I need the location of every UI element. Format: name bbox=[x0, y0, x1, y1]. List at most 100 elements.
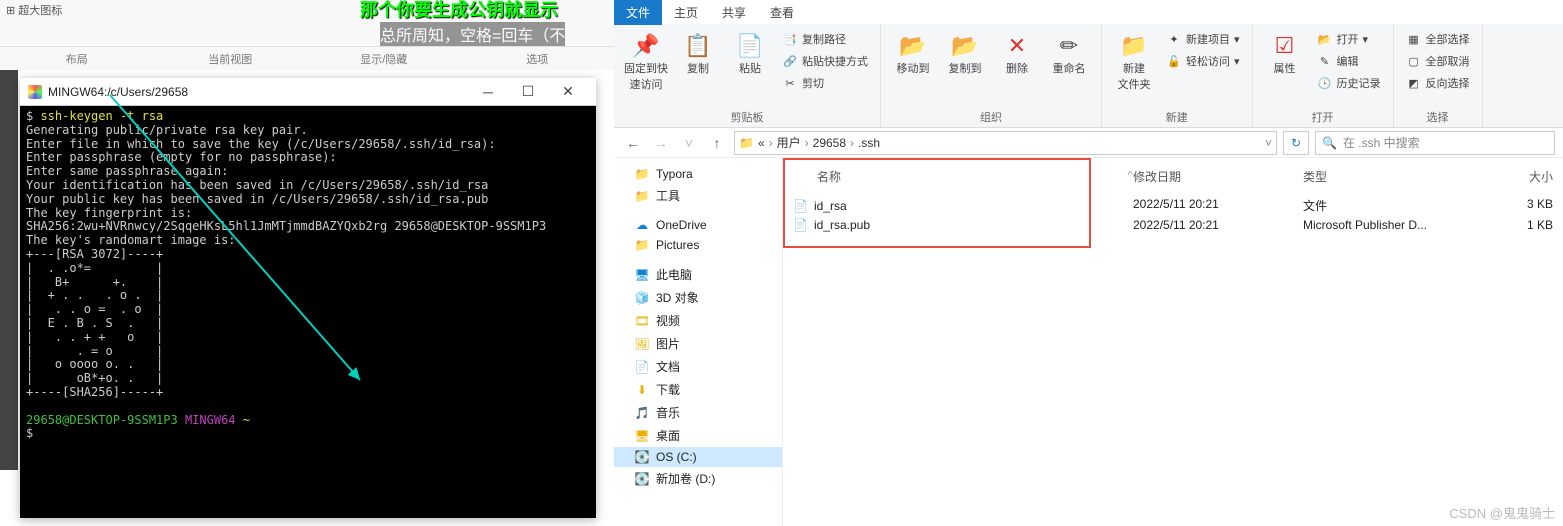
side-ruler bbox=[0, 70, 18, 470]
properties-button[interactable]: ☑属性 bbox=[1261, 28, 1309, 107]
paste-button[interactable]: 📄粘贴 bbox=[726, 28, 774, 107]
file-icon: 📄 bbox=[793, 218, 808, 232]
nav-item[interactable]: 📁Typora bbox=[614, 164, 782, 184]
folder-icon: 📁 bbox=[634, 238, 650, 252]
cut-button[interactable]: ✂剪切 bbox=[778, 72, 872, 94]
crumb-ssh[interactable]: .ssh bbox=[858, 136, 880, 150]
refresh-button[interactable]: ↻ bbox=[1283, 131, 1309, 155]
path-icon: 📑 bbox=[782, 33, 798, 46]
nav-item[interactable]: 🖥桌面 bbox=[614, 424, 782, 447]
nav-item[interactable]: 🎵音乐 bbox=[614, 401, 782, 424]
group-title-select: 选择 bbox=[1402, 107, 1474, 127]
delete-button[interactable]: ✕删除 bbox=[993, 28, 1041, 107]
nav-item[interactable]: 📁工具 bbox=[614, 184, 782, 207]
file-row[interactable]: 📄id_rsa2022/5/11 20:21文件3 KB bbox=[783, 195, 1563, 216]
nav-item[interactable]: 🎞视频 bbox=[614, 309, 782, 332]
group-title-open: 打开 bbox=[1261, 107, 1385, 127]
nav-item-label: 图片 bbox=[656, 335, 680, 352]
maximize-button[interactable]: ☐ bbox=[508, 83, 548, 100]
nav-item[interactable]: 📁 Pictures bbox=[614, 235, 782, 255]
tab-share[interactable]: 共享 bbox=[710, 0, 758, 25]
tab-home[interactable]: 主页 bbox=[662, 0, 710, 25]
nav-item-label: 文档 bbox=[656, 358, 680, 375]
new-item-icon: ✦ bbox=[1166, 33, 1182, 46]
bg-label-currentview: 当前视图 bbox=[154, 47, 308, 71]
col-name[interactable]: 名称 ^ bbox=[793, 164, 1133, 189]
group-title-new: 新建 bbox=[1110, 107, 1244, 127]
tab-view[interactable]: 查看 bbox=[758, 0, 806, 25]
invert-selection-button[interactable]: ◩反向选择 bbox=[1402, 72, 1474, 94]
nav-item[interactable]: 📄文档 bbox=[614, 355, 782, 378]
edit-icon: ✎ bbox=[1317, 55, 1333, 68]
bg-label-options: 选项 bbox=[461, 47, 615, 71]
copy-path-button[interactable]: 📑复制路径 bbox=[778, 28, 872, 50]
ribbon-group-clipboard: 📌固定到快 速访问 📋复制 📄粘贴 📑复制路径 🔗粘贴快捷方式 ✂剪切 剪贴板 bbox=[614, 24, 881, 127]
crumb-users[interactable]: 用户 bbox=[777, 134, 801, 151]
navigation-pane[interactable]: 📁Typora📁工具 ☁OneDrive 📁 Pictures 🖥此电脑🧊3D 对象🎞视… bbox=[614, 158, 783, 526]
chevron-down-icon[interactable]: ˅ bbox=[1265, 136, 1272, 150]
rename-button[interactable]: ✏重命名 bbox=[1045, 28, 1093, 107]
crumb-user[interactable]: 29658 bbox=[813, 136, 846, 150]
file-date: 2022/5/11 20:21 bbox=[1133, 197, 1303, 214]
paste-shortcut-button[interactable]: 🔗粘贴快捷方式 bbox=[778, 50, 872, 72]
new-item-button[interactable]: ✦新建项目 ▾ bbox=[1162, 28, 1244, 50]
search-icon: 🔍 bbox=[1322, 136, 1337, 150]
file-name: id_rsa bbox=[814, 199, 847, 213]
nav-item-label: OS (C:) bbox=[656, 450, 697, 464]
bg-label-layout: 布局 bbox=[0, 47, 154, 71]
easy-access-icon: 🔓 bbox=[1166, 55, 1182, 68]
column-headers[interactable]: 名称 ^ 修改日期 类型 大小 bbox=[783, 158, 1563, 195]
nav-item[interactable]: ☁OneDrive bbox=[614, 215, 782, 235]
nav-item[interactable]: ⬇下载 bbox=[614, 378, 782, 401]
new-folder-button[interactable]: 📁新建 文件夹 bbox=[1110, 28, 1158, 107]
annotation-text-2: 总所周知，空格=回车（不 bbox=[380, 22, 565, 46]
properties-icon: ☑ bbox=[1271, 32, 1299, 60]
col-size[interactable]: 大小 bbox=[1473, 164, 1553, 189]
nav-item[interactable]: 🧊3D 对象 bbox=[614, 286, 782, 309]
nav-item[interactable]: 🖼 图片 bbox=[614, 332, 782, 355]
delete-icon: ✕ bbox=[1003, 32, 1031, 60]
nav-forward-button[interactable]: → bbox=[650, 135, 672, 151]
pin-quickaccess-button[interactable]: 📌固定到快 速访问 bbox=[622, 28, 670, 107]
file-row[interactable]: 📄id_rsa.pub2022/5/11 20:21Microsoft Publ… bbox=[783, 216, 1563, 234]
col-date[interactable]: 修改日期 bbox=[1133, 164, 1303, 189]
terminal-body[interactable]: $ ssh-keygen -t rsa Generating public/pr… bbox=[20, 106, 596, 445]
folder-icon: 💽 bbox=[634, 450, 650, 464]
nav-item[interactable]: 💽新加卷 (D:) bbox=[614, 467, 782, 490]
col-type[interactable]: 类型 bbox=[1303, 164, 1473, 189]
edit-button[interactable]: ✎编辑 bbox=[1313, 50, 1385, 72]
file-size: 3 KB bbox=[1473, 197, 1553, 214]
nav-up-button[interactable]: ↑ bbox=[706, 135, 728, 151]
search-input[interactable]: 🔍 在 .ssh 中搜索 bbox=[1315, 131, 1555, 155]
crumb-root[interactable]: « bbox=[758, 136, 765, 150]
copy-button[interactable]: 📋复制 bbox=[674, 28, 722, 107]
nav-back-button[interactable]: ← bbox=[622, 135, 644, 151]
select-none-button[interactable]: ▢全部取消 bbox=[1402, 50, 1474, 72]
folder-icon: ☁ bbox=[634, 218, 650, 232]
easy-access-button[interactable]: 🔓轻松访问 ▾ bbox=[1162, 50, 1244, 72]
nav-recent-button[interactable]: ˅ bbox=[678, 135, 700, 151]
nav-item[interactable]: 💽 OS (C:) bbox=[614, 447, 782, 467]
open-button[interactable]: 📂打开 ▾ bbox=[1313, 28, 1385, 50]
explorer-ribbon: 📌固定到快 速访问 📋复制 📄粘贴 📑复制路径 🔗粘贴快捷方式 ✂剪切 剪贴板 … bbox=[614, 24, 1563, 128]
minimize-button[interactable]: ─ bbox=[468, 84, 508, 100]
breadcrumb[interactable]: 📁 « › 用户 › 29658 › .ssh ˅ bbox=[734, 131, 1277, 155]
copyto-button[interactable]: 📂复制到 bbox=[941, 28, 989, 107]
terminal-titlebar[interactable]: MINGW64:/c/Users/29658 ─ ☐ ✕ bbox=[20, 78, 596, 106]
file-list-pane[interactable]: 名称 ^ 修改日期 类型 大小 📄id_rsa2022/5/11 20:21文件… bbox=[783, 158, 1563, 526]
select-all-button[interactable]: ▦全部选择 bbox=[1402, 28, 1474, 50]
tab-file[interactable]: 文件 bbox=[614, 0, 662, 25]
nav-item[interactable]: 🖥此电脑 bbox=[614, 263, 782, 286]
moveto-button[interactable]: 📂移动到 bbox=[889, 28, 937, 107]
terminal-window: MINGW64:/c/Users/29658 ─ ☐ ✕ $ ssh-keyge… bbox=[20, 78, 596, 518]
history-button[interactable]: 🕓历史记录 bbox=[1313, 72, 1385, 94]
terminal-logo-icon bbox=[28, 85, 42, 99]
close-button[interactable]: ✕ bbox=[548, 83, 588, 100]
folder-icon: 🖥 bbox=[634, 429, 650, 443]
nav-item-label: 下载 bbox=[656, 381, 680, 398]
copy-icon: 📋 bbox=[684, 32, 712, 60]
folder-icon: 🖼 bbox=[634, 337, 650, 351]
copyto-icon: 📂 bbox=[951, 32, 979, 60]
nav-item-label: Pictures bbox=[656, 238, 699, 252]
explorer-tabs: 文件 主页 共享 查看 bbox=[614, 0, 1563, 24]
